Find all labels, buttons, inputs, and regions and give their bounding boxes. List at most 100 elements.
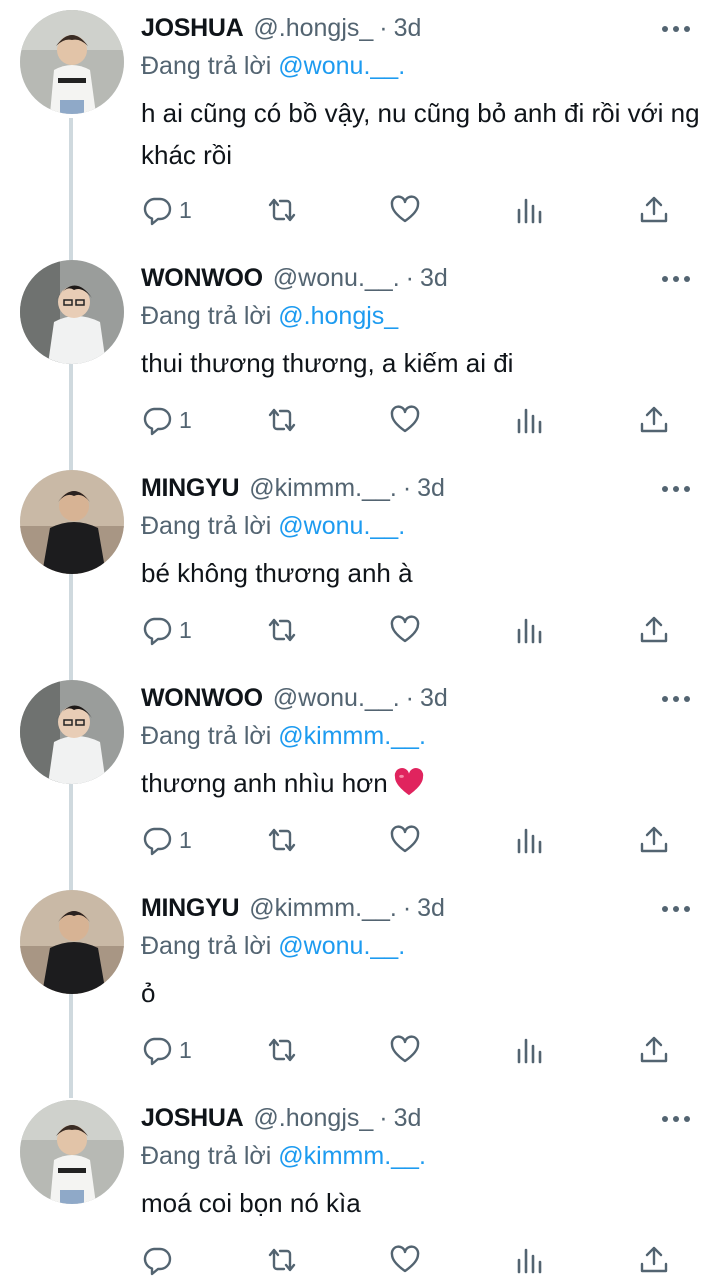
more-options-button[interactable] (658, 894, 694, 924)
share-icon (640, 196, 668, 223)
timestamp[interactable]: 3d (420, 264, 448, 293)
like-icon (390, 1245, 420, 1273)
avatar[interactable] (20, 260, 124, 364)
share-button[interactable] (638, 610, 670, 650)
display-name[interactable]: WONWOO (141, 684, 263, 713)
tweet-actions: 1 (141, 1030, 681, 1070)
replying-to-mention[interactable]: @wonu.__. (278, 512, 405, 540)
avatar[interactable] (20, 470, 124, 574)
like-button[interactable] (389, 1030, 421, 1070)
share-button[interactable] (638, 820, 670, 860)
replying-to-label: Đang trả lời (141, 1142, 272, 1170)
more-options-button[interactable] (658, 474, 694, 504)
avatar[interactable] (20, 10, 124, 114)
like-button[interactable] (389, 1240, 421, 1280)
separator: · (402, 474, 412, 502)
display-name[interactable]: MINGYU (141, 894, 240, 923)
like-button[interactable] (389, 400, 421, 440)
reply-icon (143, 617, 172, 646)
retweet-button[interactable] (266, 1030, 298, 1070)
retweet-button[interactable] (266, 190, 298, 230)
views-button[interactable] (514, 400, 546, 440)
like-icon (390, 615, 420, 643)
user-handle[interactable]: @wonu.__. (273, 264, 400, 293)
reply-button[interactable]: 1 (141, 820, 192, 860)
retweet-button[interactable] (266, 610, 298, 650)
retweet-button[interactable] (266, 820, 298, 860)
user-handle[interactable]: @kimmm.__. (249, 474, 397, 503)
display-name[interactable]: WONWOO (141, 264, 263, 293)
timestamp[interactable]: 3d (417, 474, 445, 503)
replying-to-mention[interactable]: @.hongjs_ (278, 302, 398, 330)
display-name[interactable]: MINGYU (141, 474, 240, 503)
tweet-text: ỏ (141, 978, 156, 1008)
more-options-button[interactable] (658, 264, 694, 294)
tweet-header: JOSHUA @.hongjs_ · 3d (141, 14, 640, 50)
like-button[interactable] (389, 190, 421, 230)
user-handle[interactable]: @.hongjs_ (253, 14, 373, 43)
reply-count: 1 (179, 616, 192, 643)
replying-to-mention[interactable]: @wonu.__. (278, 52, 405, 80)
timestamp[interactable]: 3d (417, 894, 445, 923)
more-icon (662, 906, 690, 912)
tweet[interactable]: MINGYU @kimmm.__. · 3d Đang trả lời @won… (0, 880, 720, 1090)
reply-button[interactable] (141, 1240, 179, 1280)
views-button[interactable] (514, 820, 546, 860)
share-button[interactable] (638, 190, 670, 230)
retweet-icon (268, 618, 296, 642)
tweet-header: WONWOO @wonu.__. · 3d (141, 684, 640, 720)
display-name[interactable]: JOSHUA (141, 14, 244, 43)
replying-to: Đang trả lời @wonu.__. (141, 512, 405, 541)
timestamp[interactable]: 3d (394, 14, 422, 43)
share-icon (640, 1036, 668, 1063)
replying-to: Đang trả lời @wonu.__. (141, 52, 405, 81)
views-button[interactable] (514, 1030, 546, 1070)
replying-to-mention[interactable]: @kimmm.__. (278, 1142, 426, 1170)
avatar[interactable] (20, 1100, 124, 1204)
separator: · (405, 264, 414, 292)
tweet-text: moá coi bọn nó kìa (141, 1188, 361, 1218)
display-name[interactable]: JOSHUA (141, 1104, 244, 1133)
replying-to-mention[interactable]: @wonu.__. (278, 932, 405, 960)
replying-to-label: Đang trả lời (141, 722, 272, 750)
tweet-text: h ai cũng có bồ vậy, nu cũng bỏ anh đi r… (141, 98, 700, 170)
replying-to-mention[interactable]: @kimmm.__. (278, 722, 426, 750)
reply-button[interactable]: 1 (141, 610, 192, 650)
tweet-actions: 1 (141, 820, 681, 860)
tweet[interactable]: JOSHUA @.hongjs_ · 3d Đang trả lời @wonu… (0, 0, 720, 226)
reply-button[interactable]: 1 (141, 400, 192, 440)
reply-button[interactable]: 1 (141, 1030, 192, 1070)
share-button[interactable] (638, 1240, 670, 1280)
more-options-button[interactable] (658, 1104, 694, 1134)
like-button[interactable] (389, 820, 421, 860)
user-handle[interactable]: @kimmm.__. (249, 894, 397, 923)
tweet[interactable]: JOSHUA @.hongjs_ · 3d Đang trả lời @kimm… (0, 1090, 720, 1287)
user-handle[interactable]: @wonu.__. (273, 684, 400, 713)
retweet-button[interactable] (266, 1240, 298, 1280)
tweet[interactable]: MINGYU @kimmm.__. · 3d Đang trả lời @won… (0, 460, 720, 670)
timestamp[interactable]: 3d (420, 684, 448, 713)
tweet-actions: 1 (141, 400, 681, 440)
tweet[interactable]: WONWOO @wonu.__. · 3d Đang trả lời @.hon… (0, 250, 720, 460)
views-button[interactable] (514, 610, 546, 650)
share-button[interactable] (638, 1030, 670, 1070)
tweet-header: MINGYU @kimmm.__. · 3d (141, 474, 640, 510)
timestamp[interactable]: 3d (394, 1104, 422, 1133)
more-options-button[interactable] (658, 14, 694, 44)
tweet[interactable]: WONWOO @wonu.__. · 3d Đang trả lời @kimm… (0, 670, 720, 880)
views-icon (517, 618, 542, 644)
user-handle[interactable]: @.hongjs_ (253, 1104, 373, 1133)
reply-button[interactable]: 1 (141, 190, 192, 230)
retweet-button[interactable] (266, 400, 298, 440)
more-icon (662, 1116, 690, 1122)
retweet-icon (268, 1248, 296, 1272)
avatar[interactable] (20, 890, 124, 994)
share-button[interactable] (638, 400, 670, 440)
views-button[interactable] (514, 1240, 546, 1280)
tweet-header: JOSHUA @.hongjs_ · 3d (141, 1104, 640, 1140)
avatar[interactable] (20, 680, 124, 784)
like-button[interactable] (389, 610, 421, 650)
more-options-button[interactable] (658, 684, 694, 714)
reply-icon (143, 407, 172, 436)
views-button[interactable] (514, 190, 546, 230)
